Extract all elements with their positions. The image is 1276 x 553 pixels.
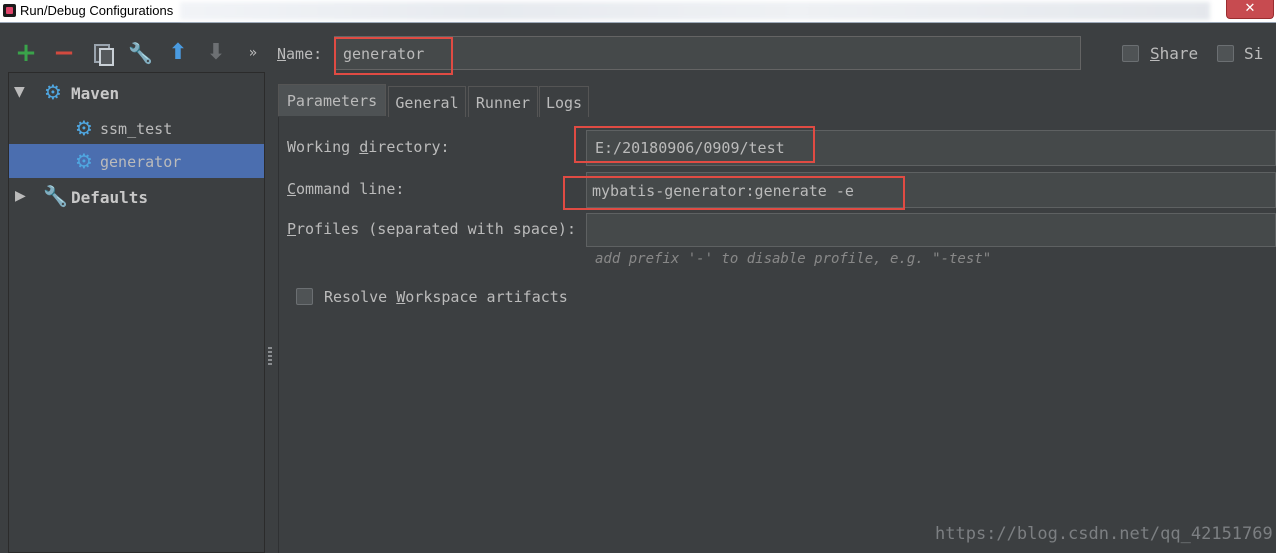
resolve-workspace-checkbox[interactable] [296, 288, 313, 305]
wrench-icon[interactable]: 🔧 [128, 41, 153, 65]
tree-node-generator[interactable]: ⚙ generator [9, 144, 264, 178]
maven-gear-icon: ⚙ [75, 149, 93, 173]
tab-general[interactable]: General [388, 86, 466, 118]
single-instance-checkbox[interactable] [1217, 45, 1234, 62]
defaults-wrench-icon: 🔧 [43, 184, 68, 208]
name-label: Name: [277, 45, 323, 63]
single-instance-label: Si [1244, 44, 1264, 63]
share-label: Share [1150, 44, 1199, 63]
move-down-button[interactable]: ⬇ [204, 41, 228, 65]
tree-label-defaults: Defaults [71, 188, 149, 207]
window-title: Run/Debug Configurations [20, 3, 174, 18]
move-up-button[interactable]: ⬆ [166, 41, 190, 65]
title-bar: Run/Debug Configurations ✕ [0, 0, 1276, 23]
tree-label-maven: Maven [71, 84, 120, 103]
remove-configuration-button[interactable]: − [52, 40, 76, 66]
maven-gear-icon: ⚙ [44, 80, 62, 104]
add-configuration-button[interactable]: + [14, 40, 38, 66]
working-directory-label: Working directory: [287, 138, 450, 156]
splitter-handle[interactable] [268, 347, 272, 367]
profiles-label: Profiles (separated with space): [287, 220, 576, 238]
tree-label-generator: generator [100, 153, 182, 171]
collapsed-arrow-icon[interactable]: ▶ [15, 188, 26, 204]
tab-runner[interactable]: Runner [468, 86, 538, 118]
share-checkbox[interactable] [1122, 45, 1139, 62]
tab-parameters[interactable]: Parameters [278, 84, 386, 116]
maven-gear-icon: ⚙ [75, 116, 93, 140]
command-line-label: Command line: [287, 180, 405, 198]
watermark: https://blog.csdn.net/qq_42151769 [935, 524, 1273, 544]
profiles-field[interactable] [586, 213, 1276, 247]
configuration-tree: ▼ ⚙ Maven ⚙ ssm_test ⚙ generator ▶ 🔧 Def… [8, 72, 265, 553]
highlight-working-directory [574, 126, 815, 163]
more-actions-button[interactable]: » [244, 41, 262, 65]
copy-icon[interactable] [90, 41, 114, 66]
profiles-hint: add prefix '-' to disable profile, e.g. … [595, 251, 992, 267]
intellij-icon [3, 4, 16, 17]
highlight-command-line [563, 176, 905, 210]
close-button[interactable]: ✕ [1226, 0, 1274, 19]
expanded-arrow-icon[interactable]: ▼ [14, 84, 25, 100]
title-bar-background [180, 2, 1210, 20]
tree-node-ssm-test[interactable]: ⚙ ssm_test [9, 111, 264, 145]
tree-node-maven[interactable]: ▼ ⚙ Maven [9, 75, 264, 109]
highlight-name [334, 37, 453, 75]
resolve-workspace-label: Resolve Workspace artifacts [324, 288, 568, 306]
tree-node-defaults[interactable]: ▶ 🔧 Defaults [9, 180, 264, 214]
tab-logs[interactable]: Logs [539, 86, 589, 118]
tree-label-ssm-test: ssm_test [100, 120, 173, 138]
